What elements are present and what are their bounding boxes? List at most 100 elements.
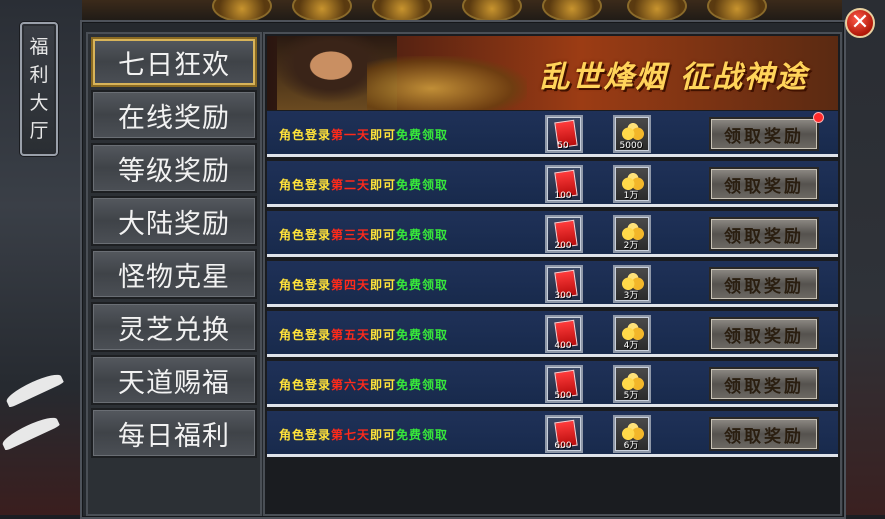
side-tab-char: 福	[29, 36, 49, 58]
reward-row: 角色登录第三天即可免费领取 200 2万 领取奖励	[267, 211, 838, 257]
welfare-hall-tab[interactable]: 福 利 大 厅	[20, 22, 58, 156]
item-slot-red-envelope[interactable]: 100	[545, 165, 583, 203]
claim-reward-button[interactable]: 领取奖励	[709, 417, 819, 451]
hud-emblem	[212, 0, 272, 22]
item-slot-gold[interactable]: 4万	[613, 315, 651, 353]
condition-prefix: 角色登录	[279, 278, 332, 292]
item-quantity: 4万	[623, 341, 639, 351]
condition-prefix: 角色登录	[279, 178, 332, 192]
reward-row: 角色登录第七天即可免费领取 600 6万 领取奖励	[267, 411, 838, 457]
item-slot-red-envelope[interactable]: 50	[545, 115, 583, 153]
hud-emblem	[372, 0, 432, 22]
item-slot-red-envelope[interactable]: 200	[545, 215, 583, 253]
nav-item-lingzhi-exchange[interactable]: 灵芝兑换	[91, 302, 257, 352]
reward-condition: 角色登录第四天即可免费领取	[279, 276, 448, 293]
item-quantity: 1万	[623, 191, 639, 201]
nav-item-daily-welfare[interactable]: 每日福利	[91, 408, 257, 458]
notification-dot	[813, 112, 824, 123]
item-slot-gold[interactable]: 5万	[613, 365, 651, 403]
claim-reward-button[interactable]: 领取奖励	[709, 367, 819, 401]
condition-prefix: 角色登录	[279, 228, 332, 242]
close-button[interactable]: ✕	[845, 8, 875, 38]
banner-art	[367, 56, 527, 110]
nav-item-heaven-blessing[interactable]: 天道赐福	[91, 355, 257, 405]
nav-item-level-reward[interactable]: 等级奖励	[91, 143, 257, 193]
condition-free: 免费领取	[396, 178, 449, 192]
nav-item-seven-day-carnival[interactable]: 七日狂欢	[91, 37, 257, 87]
condition-free: 免费领取	[396, 428, 449, 442]
condition-day: 第五天	[331, 328, 371, 342]
claim-reward-button[interactable]: 领取奖励	[709, 267, 819, 301]
side-tab-char: 大	[29, 92, 49, 114]
item-quantity: 50	[557, 141, 569, 151]
reward-row: 角色登录第六天即可免费领取 500 5万 领取奖励	[267, 361, 838, 407]
reward-condition: 角色登录第二天即可免费领取	[279, 176, 448, 193]
hud-emblem	[462, 0, 522, 22]
item-quantity: 6万	[623, 441, 639, 451]
condition-free: 免费领取	[396, 378, 449, 392]
claim-reward-button[interactable]: 领取奖励	[709, 117, 819, 151]
condition-mid: 即可	[370, 328, 397, 342]
item-slot-red-envelope[interactable]: 400	[545, 315, 583, 353]
hud-emblem	[292, 0, 352, 22]
condition-mid: 即可	[370, 278, 397, 292]
condition-mid: 即可	[370, 178, 397, 192]
condition-free: 免费领取	[396, 228, 449, 242]
condition-day: 第一天	[331, 128, 371, 142]
condition-free: 免费领取	[396, 128, 449, 142]
nav-item-monster-nemesis[interactable]: 怪物克星	[91, 249, 257, 299]
hud-emblem	[707, 0, 767, 22]
item-slot-red-envelope[interactable]: 500	[545, 365, 583, 403]
item-quantity: 5000	[619, 141, 643, 151]
nav-panel: 七日狂欢 在线奖励 等级奖励 大陆奖励 怪物克星 灵芝兑换 天道赐福 每日福利	[86, 32, 262, 516]
item-slot-gold[interactable]: 6万	[613, 415, 651, 453]
claim-reward-button[interactable]: 领取奖励	[709, 217, 819, 251]
hud-emblem	[627, 0, 687, 22]
item-quantity: 400	[554, 341, 572, 351]
condition-day: 第四天	[331, 278, 371, 292]
condition-mid: 即可	[370, 128, 397, 142]
condition-mid: 即可	[370, 228, 397, 242]
reward-row: 角色登录第五天即可免费领取 400 4万 领取奖励	[267, 311, 838, 357]
reward-condition: 角色登录第七天即可免费领取	[279, 426, 448, 443]
close-icon: ✕	[850, 10, 870, 35]
item-quantity: 2万	[623, 241, 639, 251]
event-banner: 乱世烽烟 征战神途	[267, 36, 838, 110]
item-quantity: 200	[554, 241, 572, 251]
item-slot-gold[interactable]: 2万	[613, 215, 651, 253]
hud-emblem	[542, 0, 602, 22]
condition-day: 第六天	[331, 378, 371, 392]
banner-slogan: 乱世烽烟 征战神途	[539, 60, 808, 95]
item-quantity: 600	[554, 441, 572, 451]
item-quantity: 5万	[623, 391, 639, 401]
item-quantity: 300	[554, 291, 572, 301]
condition-prefix: 角色登录	[279, 128, 332, 142]
reward-row: 角色登录第一天即可免费领取 50 5000 领取奖励	[267, 111, 838, 157]
condition-mid: 即可	[370, 428, 397, 442]
condition-prefix: 角色登录	[279, 428, 332, 442]
condition-free: 免费领取	[396, 278, 449, 292]
reward-condition: 角色登录第三天即可免费领取	[279, 226, 448, 243]
condition-mid: 即可	[370, 378, 397, 392]
claim-reward-button[interactable]: 领取奖励	[709, 317, 819, 351]
item-quantity: 500	[554, 391, 572, 401]
item-slot-gold[interactable]: 1万	[613, 165, 651, 203]
crane-decoration	[3, 369, 65, 409]
side-tab-char: 利	[29, 64, 49, 86]
welfare-window: 七日狂欢 在线奖励 等级奖励 大陆奖励 怪物克星 灵芝兑换 天道赐福 每日福利 …	[80, 20, 846, 519]
item-slot-gold[interactable]: 5000	[613, 115, 651, 153]
condition-prefix: 角色登录	[279, 328, 332, 342]
condition-day: 第七天	[331, 428, 371, 442]
nav-item-continent-reward[interactable]: 大陆奖励	[91, 196, 257, 246]
crane-decoration	[0, 412, 61, 452]
claim-reward-button[interactable]: 领取奖励	[709, 167, 819, 201]
side-tab-char: 厅	[29, 120, 49, 142]
item-quantity: 3万	[623, 291, 639, 301]
item-slot-gold[interactable]: 3万	[613, 265, 651, 303]
reward-content: 乱世烽烟 征战神途 角色登录第一天即可免费领取 50 5000 领取奖励 角色登录第二天…	[263, 32, 842, 516]
item-slot-red-envelope[interactable]: 600	[545, 415, 583, 453]
item-slot-red-envelope[interactable]: 300	[545, 265, 583, 303]
reward-condition: 角色登录第一天即可免费领取	[279, 126, 448, 143]
reward-condition: 角色登录第六天即可免费领取	[279, 376, 448, 393]
nav-item-online-reward[interactable]: 在线奖励	[91, 90, 257, 140]
